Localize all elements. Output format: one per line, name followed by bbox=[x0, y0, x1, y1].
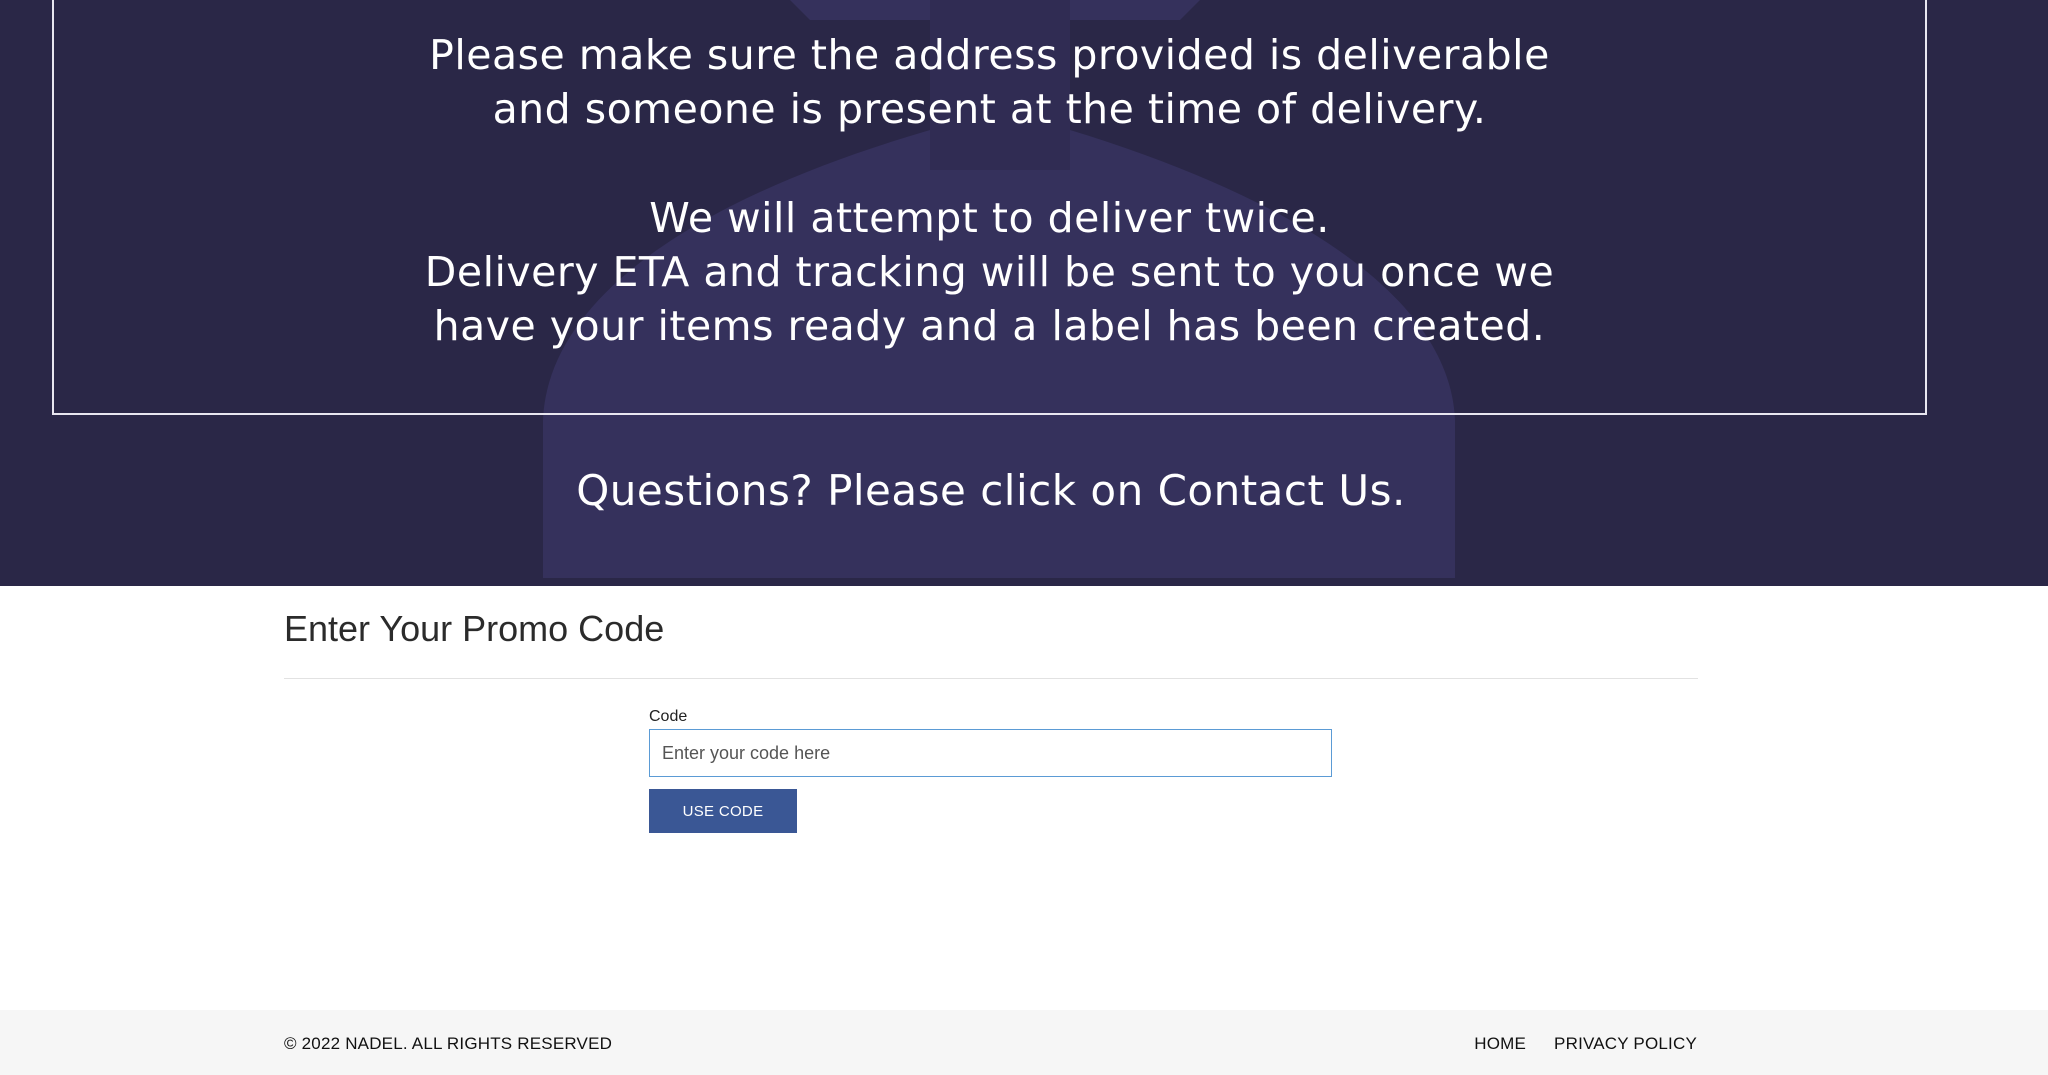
delivery-notice-hero: Please make sure the address provided is… bbox=[0, 0, 2048, 586]
use-code-button[interactable]: USE CODE bbox=[649, 789, 797, 833]
notice-line: and someone is present at the time of de… bbox=[492, 85, 1487, 133]
divider bbox=[284, 678, 1698, 679]
delivery-notice-box: Please make sure the address provided is… bbox=[52, 0, 1927, 415]
footer-nav: HOME PRIVACY POLICY bbox=[1474, 1034, 1697, 1054]
notice-line: have your items ready and a label has be… bbox=[433, 302, 1546, 350]
notice-line: We will attempt to deliver twice. bbox=[649, 194, 1330, 242]
copyright-text: © 2022 NADEL. ALL RIGHTS RESERVED bbox=[284, 1034, 613, 1053]
footer-link-privacy-policy[interactable]: PRIVACY POLICY bbox=[1554, 1034, 1697, 1054]
page-title: Enter Your Promo Code bbox=[284, 608, 665, 649]
footer-link-home[interactable]: HOME bbox=[1474, 1034, 1526, 1054]
footer: © 2022 NADEL. ALL RIGHTS RESERVED HOME P… bbox=[0, 1010, 2048, 1075]
notice-line: Please make sure the address provided is… bbox=[429, 31, 1550, 79]
code-field-label: Code bbox=[649, 708, 688, 725]
contact-us-prompt: Questions? Please click on Contact Us. bbox=[576, 466, 1406, 515]
promo-code-input[interactable] bbox=[649, 729, 1332, 777]
notice-line: Delivery ETA and tracking will be sent t… bbox=[424, 248, 1555, 296]
